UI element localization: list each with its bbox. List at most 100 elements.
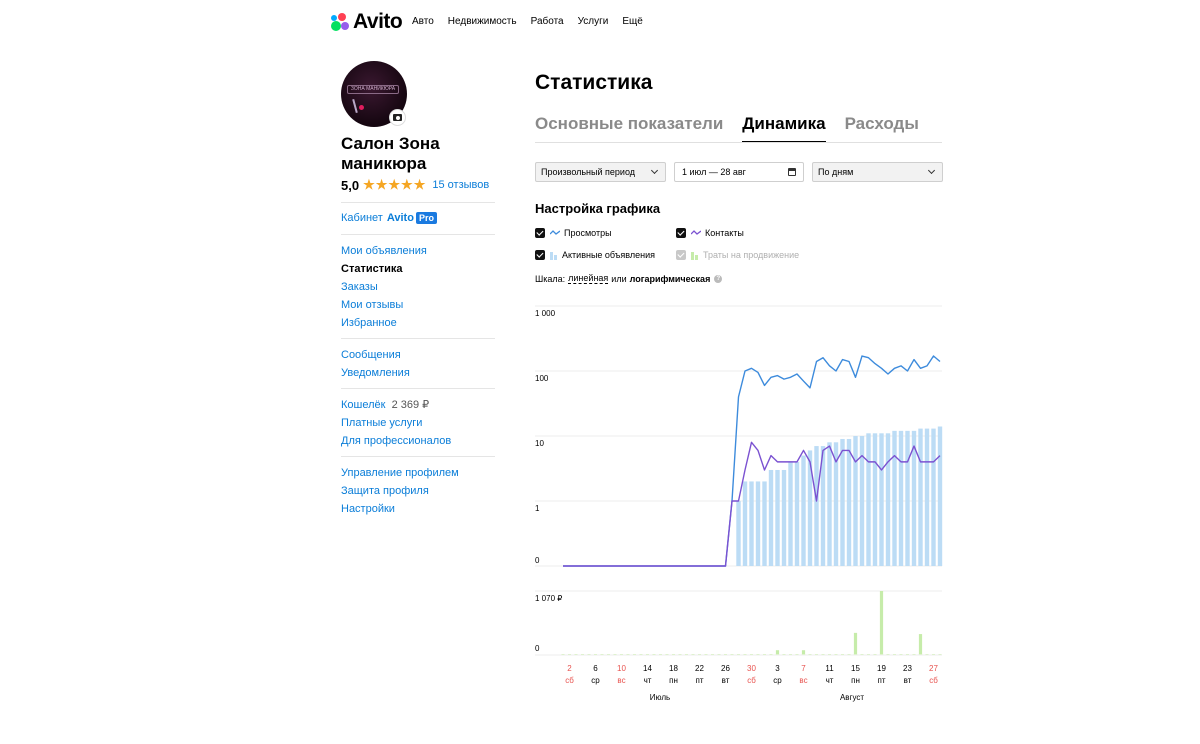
avatar-decoration [352,98,358,114]
page-title: Статистика [535,71,653,94]
avito-logo[interactable]: Avito [330,10,403,34]
period-select[interactable]: Произвольный период [535,162,666,182]
active-ads-bar [768,469,774,566]
spend-baseline-tick [659,654,662,655]
camera-icon[interactable] [389,109,406,126]
nav-auto[interactable]: Авто [412,16,434,27]
sidebar-item-favorites[interactable]: Избранное [341,316,427,334]
nav-services[interactable]: Услуги [578,16,609,27]
spend-baseline-tick [639,654,643,655]
x-tick-weekday: вт [904,676,912,685]
grouping-select[interactable]: По дням [812,162,943,182]
scale-log-option[interactable]: логарифмическая [630,274,711,284]
y-tick-label: 1 000 [535,309,556,318]
cabinet-pro-link[interactable]: Кабинет Avito Pro [341,212,437,224]
sidebar-item-my-reviews[interactable]: Мои отзывы [341,298,427,316]
sidebar-item-for-pros[interactable]: Для профессионалов [341,434,451,452]
cabinet-brand: Avito [386,212,414,224]
x-tick-day: 27 [929,664,938,673]
spend-baseline-tick [815,654,818,655]
sidebar-item-my-ads[interactable]: Мои объявления [341,244,427,262]
sidebar-item-statistics[interactable]: Статистика [341,262,427,280]
scale-linear-link[interactable]: линейная [568,273,609,284]
sidebar-item-profile-management[interactable]: Управление профилем [341,466,459,484]
spend-baseline-tick [782,654,786,655]
checkbox-active-ads[interactable]: Активные объявления [535,250,655,260]
active-ads-bar [846,438,852,566]
nav-jobs[interactable]: Работа [531,16,564,27]
spend-baseline-tick [756,654,760,655]
x-tick-day: 26 [721,664,730,673]
x-tick-day: 22 [695,664,704,673]
calendar-icon[interactable] [788,168,796,176]
avatar-sign: ЗОНА МАНИКЮРА [347,85,399,94]
x-tick-day: 30 [747,664,756,673]
spend-baseline-tick [834,654,838,655]
rating-value: 5,0 [341,177,360,193]
active-ads-bar [840,438,845,566]
spend-tick-label: 1 070 ₽ [535,594,562,603]
spend-baseline-tick [646,654,649,655]
checkbox-contacts[interactable]: Контакты [676,228,744,238]
star-icon: ★ [388,177,401,192]
scale-switch: Шкала: линейная или логарифмическая ? [535,273,723,284]
active-ads-bar [814,446,819,566]
checkbox-checked-icon [535,250,545,260]
spend-baseline-tick [808,654,812,655]
spend-baseline-tick [730,654,734,655]
tab-dynamics[interactable]: Динамика [742,114,826,143]
checkbox-views[interactable]: Просмотры [535,228,612,238]
spend-bar [879,591,884,655]
spend-baseline-tick [919,654,922,655]
sidebar-item-notifications[interactable]: Уведомления [341,366,410,384]
rating: 5,0 ★ ★ ★ ★ ★ 15 отзывов [341,177,489,193]
spend-baseline-tick [678,654,682,655]
x-tick-weekday: пн [669,676,678,685]
date-range-input[interactable]: 1 июл — 28 авг [674,162,804,182]
sidebar-item-profile-protection[interactable]: Защита профиля [341,484,459,502]
nav-realty[interactable]: Недвижимость [448,16,517,27]
spend-baseline-tick [691,654,695,655]
y-tick-label: 100 [535,374,549,383]
spend-baseline-tick [704,654,708,655]
checkbox-checked-icon [535,228,545,238]
x-tick-weekday: пт [878,676,886,685]
dynamics-chart: 1 00010010101 070 ₽02сб6ср10вс14чт18пн22… [535,305,943,702]
star-icon: ★ [363,177,375,192]
tab-main-metrics[interactable]: Основные показатели [535,114,723,143]
checkbox-active-ads-label: Активные объявления [562,250,655,260]
question-icon[interactable]: ? [714,274,723,283]
x-tick-weekday: вс [617,676,625,685]
spend-baseline-tick [633,654,636,655]
spend-baseline-tick [776,654,779,655]
x-tick-weekday: вс [799,676,807,685]
wallet-balance: 2 369 ₽ [391,399,430,411]
sidebar-item-paid-services[interactable]: Платные услуги [341,416,451,434]
bar-legend-icon [691,251,699,260]
sidebar-item-settings[interactable]: Настройки [341,502,459,520]
y-tick-label: 1 [535,504,540,513]
sidebar-item-messages[interactable]: Сообщения [341,348,410,366]
x-tick-day: 23 [903,664,912,673]
x-tick-day: 7 [801,664,806,673]
spend-baseline-tick [607,654,610,655]
nav-more[interactable]: Ещё [622,16,642,27]
rating-stars: ★ ★ ★ ★ ★ [363,177,426,193]
tab-expenses[interactable]: Расходы [845,114,919,143]
sidebar-item-wallet[interactable]: Кошелёк 2 369 ₽ [341,398,451,416]
profile-name: Салон Зона маникюра [341,134,440,173]
spend-baseline-tick [873,654,877,655]
bar-legend-icon [550,251,558,260]
active-ads-bar [781,469,787,566]
active-ads-bar [742,481,748,566]
logo-text: Avito [353,10,403,33]
reviews-link[interactable]: 15 отзывов [432,179,489,191]
spend-baseline-tick [594,654,597,655]
month-label: Август [840,693,864,702]
spend-baseline-tick [620,654,623,655]
sidebar-group-main: Мои объявления Статистика Заказы Мои отз… [341,244,427,334]
sidebar-item-orders[interactable]: Заказы [341,280,427,298]
spend-baseline-tick [854,654,857,655]
spend-baseline-tick [600,654,604,655]
spend-baseline-tick [665,654,669,655]
